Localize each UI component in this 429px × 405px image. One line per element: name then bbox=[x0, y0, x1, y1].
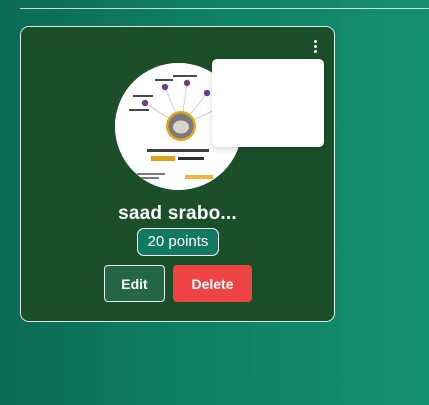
user-card: saad srabo... 20 points Edit Delete bbox=[20, 26, 335, 322]
dropdown-menu bbox=[212, 59, 324, 147]
edit-button[interactable]: Edit bbox=[104, 265, 165, 302]
user-name: saad srabo... bbox=[118, 203, 237, 224]
delete-button[interactable]: Delete bbox=[173, 265, 252, 302]
kebab-menu-icon[interactable] bbox=[307, 37, 323, 55]
top-divider bbox=[20, 8, 429, 9]
points-badge: 20 points bbox=[137, 228, 219, 256]
